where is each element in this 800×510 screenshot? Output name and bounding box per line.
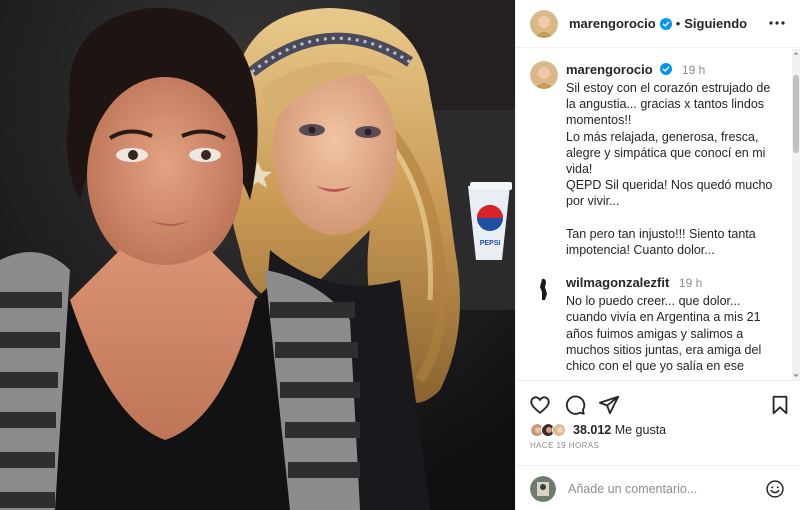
- author-username[interactable]: marengorocio: [569, 16, 656, 31]
- comment-text: No lo puedo creer... que dolor... cuando…: [566, 294, 762, 374]
- comment: wilmagonzalezfit 19 h No lo puedo creer.…: [516, 258, 791, 374]
- commenter-username[interactable]: marengorocio: [566, 62, 653, 77]
- post-photo-image: PEPSI: [0, 0, 515, 510]
- post-timestamp[interactable]: HACE 19 HORAS: [530, 441, 599, 450]
- more-options-icon[interactable]: [767, 13, 787, 33]
- comment-time[interactable]: 19 h: [682, 63, 705, 77]
- commenter-avatar[interactable]: [530, 61, 558, 89]
- scroll-up-arrow-icon[interactable]: [792, 49, 800, 57]
- heart-icon[interactable]: [529, 394, 551, 416]
- verified-badge-icon: [660, 63, 673, 75]
- comment-text: Sil estoy con el corazón estrujado de la…: [566, 81, 773, 258]
- verified-badge-icon: [659, 17, 672, 30]
- bookmark-icon[interactable]: [769, 394, 791, 416]
- header-separator: •: [675, 16, 681, 31]
- post-photo[interactable]: PEPSI: [0, 0, 515, 510]
- add-comment-bar: [516, 465, 800, 510]
- likes-count[interactable]: 38.012 Me gusta: [573, 423, 666, 437]
- comment-bubble-icon[interactable]: [564, 394, 586, 416]
- liker-avatar: [552, 423, 566, 437]
- comments-list[interactable]: marengorocio 19 h Sil estoy con el coraz…: [516, 49, 791, 379]
- scroll-down-arrow-icon[interactable]: [792, 372, 800, 380]
- comment-time[interactable]: 19 h: [679, 276, 702, 290]
- commenter-avatar[interactable]: [530, 274, 558, 303]
- author-avatar[interactable]: [530, 9, 558, 38]
- following-button[interactable]: Siguiendo: [684, 16, 747, 31]
- comments-scrollbar[interactable]: [792, 49, 800, 380]
- smiley-icon[interactable]: [765, 479, 785, 499]
- commenter-username[interactable]: wilmagonzalezfit: [566, 275, 669, 290]
- paper-plane-icon[interactable]: [598, 394, 620, 416]
- scrollbar-thumb[interactable]: [793, 75, 799, 153]
- svg-text:PEPSI: PEPSI: [480, 240, 501, 247]
- post-sidebar: marengorocio • Siguiendo marengorocio 19…: [515, 0, 800, 510]
- comment-input[interactable]: [568, 480, 748, 498]
- post-actions: [516, 380, 800, 425]
- post-header: marengorocio • Siguiendo: [516, 0, 800, 48]
- caption-comment: marengorocio 19 h Sil estoy con el coraz…: [516, 49, 791, 258]
- likes-row[interactable]: 38.012 Me gusta: [530, 420, 666, 440]
- current-user-avatar: [530, 476, 556, 502]
